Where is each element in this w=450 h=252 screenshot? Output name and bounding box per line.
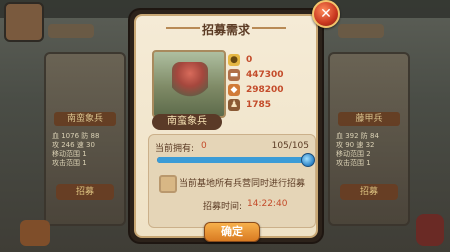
resource-value: 298200 xyxy=(246,84,284,95)
resource-row: ▬ 447300 xyxy=(228,67,314,82)
bottom-menu-icon[interactable] xyxy=(20,220,50,246)
soldier-icon: ♟ xyxy=(228,98,240,111)
stat-line: 攻 90 速 32 xyxy=(336,141,375,149)
resource-value: 447300 xyxy=(246,69,284,80)
resource-row: ◆ 298200 xyxy=(228,82,314,97)
capacity-text: 105/105 xyxy=(271,141,309,151)
dialog-body: 招募需求 南蛮象兵 ● 0 ▬ 447300 ◆ 298200 ♟ 1785 当… xyxy=(134,14,318,242)
food-icon: ◆ xyxy=(228,83,240,96)
dialog-title: 招募需求 xyxy=(201,23,250,37)
slider-knob[interactable] xyxy=(301,153,315,167)
current-owned-label: 当前拥有: xyxy=(155,144,195,154)
recruit-all-barracks-checkbox[interactable] xyxy=(159,175,177,193)
unit-name: 南蛮象兵 xyxy=(152,114,222,130)
unit-name-tag: 藤甲兵 xyxy=(338,112,400,126)
unit-stats: 血 392 防 84 攻 90 速 32 移动范围 2 攻击范围 1 xyxy=(336,132,402,168)
stat-line: 血 392 防 84 xyxy=(336,132,379,140)
unit-name-tag: 南蛮象兵 xyxy=(54,112,116,126)
close-icon[interactable]: ✕ xyxy=(312,0,340,28)
recruit-options-panel: 当前拥有: 0 105/105 当前基地所有兵营同时进行招募 招募时间: 14:… xyxy=(148,134,316,228)
resource-costs: ● 0 ▬ 447300 ◆ 298200 ♟ 1785 xyxy=(228,52,314,112)
wood-icon: ▬ xyxy=(228,68,240,81)
resource-value: 0 xyxy=(246,54,253,65)
recruit-time-label: 招募时间: xyxy=(203,202,243,212)
title-ornament-right xyxy=(252,27,286,29)
stat-line: 攻击范围 1 xyxy=(336,159,371,167)
side-menu-icon[interactable] xyxy=(416,214,444,246)
quantity-slider[interactable] xyxy=(157,153,315,167)
background-unit-card-left: 南蛮象兵 血 1076 防 88 攻 246 速 30 移动范围 1 攻击范围 … xyxy=(44,52,126,226)
background-tab-left[interactable] xyxy=(48,24,94,38)
checkbox-label: 当前基地所有兵营同时进行招募 xyxy=(179,179,306,189)
recruit-button-right[interactable]: 招募 xyxy=(340,184,398,200)
player-avatar[interactable] xyxy=(4,2,44,42)
elephant-soldier-icon xyxy=(172,62,208,100)
gold-icon: ● xyxy=(228,53,240,66)
stat-line: 移动范围 2 xyxy=(336,150,371,158)
confirm-button[interactable]: 确定 xyxy=(204,222,260,242)
recruit-time-value: 14:22:40 xyxy=(247,199,288,209)
resource-value: 1785 xyxy=(246,99,272,110)
current-owned-value: 0 xyxy=(201,141,207,151)
stat-line: 攻击范围 1 xyxy=(52,159,87,167)
resource-row: ♟ 1785 xyxy=(228,97,314,112)
unit-stats: 血 1076 防 88 攻 246 速 30 移动范围 1 攻击范围 1 xyxy=(52,132,118,168)
resource-row: ● 0 xyxy=(228,52,314,67)
stat-line: 移动范围 1 xyxy=(52,150,87,158)
recruit-button-left[interactable]: 招募 xyxy=(56,184,114,200)
recruit-dialog: 招募需求 南蛮象兵 ● 0 ▬ 447300 ◆ 298200 ♟ 1785 当… xyxy=(130,10,322,242)
stat-line: 攻 246 速 30 xyxy=(52,141,95,149)
background-tab-right[interactable] xyxy=(338,24,384,38)
unit-portrait xyxy=(152,50,226,118)
slider-fill xyxy=(157,157,307,163)
stat-line: 血 1076 防 88 xyxy=(52,132,100,140)
background-unit-card-right: 藤甲兵 血 392 防 84 攻 90 速 32 移动范围 2 攻击范围 1 招… xyxy=(328,52,410,226)
